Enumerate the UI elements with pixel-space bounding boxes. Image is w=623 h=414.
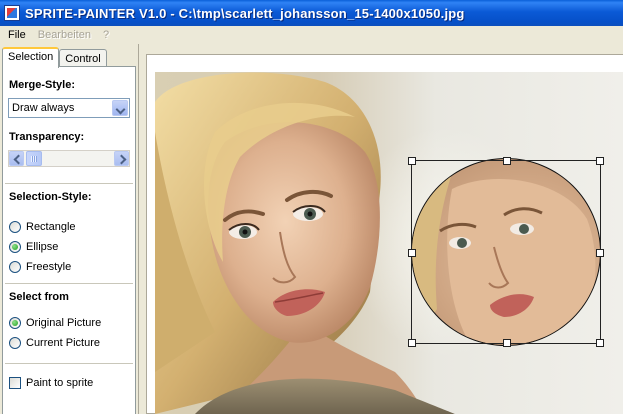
merge-style-label: Merge-Style: [9, 79, 76, 91]
scroll-left-icon[interactable] [9, 151, 24, 166]
radio-button[interactable] [9, 261, 21, 273]
resize-handle-bottom[interactable] [503, 339, 511, 347]
divider [5, 363, 133, 364]
divider [5, 283, 133, 284]
checkbox-label: Paint to sprite [26, 377, 94, 389]
menu-bar: File Bearbeiten ? [0, 26, 623, 44]
radio-freestyle[interactable]: Freestyle [9, 261, 71, 273]
radio-original-picture[interactable]: Original Picture [9, 317, 101, 329]
menu-bearbeiten[interactable]: Bearbeiten [32, 26, 97, 44]
radio-ellipse[interactable]: Ellipse [9, 241, 58, 253]
panel-tabs: Selection Control [2, 47, 107, 68]
resize-handle-left[interactable] [408, 249, 416, 257]
radio-button-checked[interactable] [9, 241, 21, 253]
resize-handle-top-left[interactable] [408, 157, 416, 165]
resize-handle-top-right[interactable] [596, 157, 604, 165]
selection-panel: Merge-Style: Draw always Transparency: S… [2, 66, 136, 414]
menu-help[interactable]: ? [97, 26, 115, 44]
resize-handle-top[interactable] [503, 157, 511, 165]
radio-rectangle[interactable]: Rectangle [9, 221, 76, 233]
resize-handle-right[interactable] [596, 249, 604, 257]
radio-button-checked[interactable] [9, 317, 21, 329]
radio-current-picture[interactable]: Current Picture [9, 337, 100, 349]
selection-style-label: Selection-Style: [9, 191, 92, 203]
radio-label: Ellipse [26, 241, 59, 253]
divider [5, 183, 133, 184]
radio-label: Current Picture [26, 337, 100, 349]
menu-file[interactable]: File [2, 26, 32, 44]
transparency-slider[interactable] [8, 150, 130, 167]
radio-label: Freestyle [26, 261, 72, 273]
chevron-down-icon[interactable] [112, 100, 128, 116]
radio-label: Original Picture [26, 317, 102, 329]
tab-selection[interactable]: Selection [2, 47, 60, 68]
checkbox[interactable] [9, 377, 21, 389]
selection-bounding-box[interactable] [408, 157, 604, 347]
window-title: SPRITE-PAINTER V1.0 - C:\tmp\scarlett_jo… [25, 5, 465, 21]
resize-handle-bottom-right[interactable] [596, 339, 604, 347]
transparency-label: Transparency: [9, 131, 85, 143]
resize-handle-bottom-left[interactable] [408, 339, 416, 347]
radio-button[interactable] [9, 337, 21, 349]
merge-style-dropdown[interactable]: Draw always [8, 98, 130, 118]
transparency-slider-thumb[interactable] [26, 151, 42, 166]
scroll-right-icon[interactable] [114, 151, 129, 166]
paint-to-sprite-checkbox[interactable]: Paint to sprite [9, 377, 93, 389]
radio-button[interactable] [9, 221, 21, 233]
select-from-label: Select from [9, 291, 69, 303]
radio-label: Rectangle [26, 221, 76, 233]
title-bar: SPRITE-PAINTER V1.0 - C:\tmp\scarlett_jo… [0, 0, 623, 26]
merge-style-value: Draw always [12, 102, 75, 114]
app-icon [4, 5, 20, 21]
